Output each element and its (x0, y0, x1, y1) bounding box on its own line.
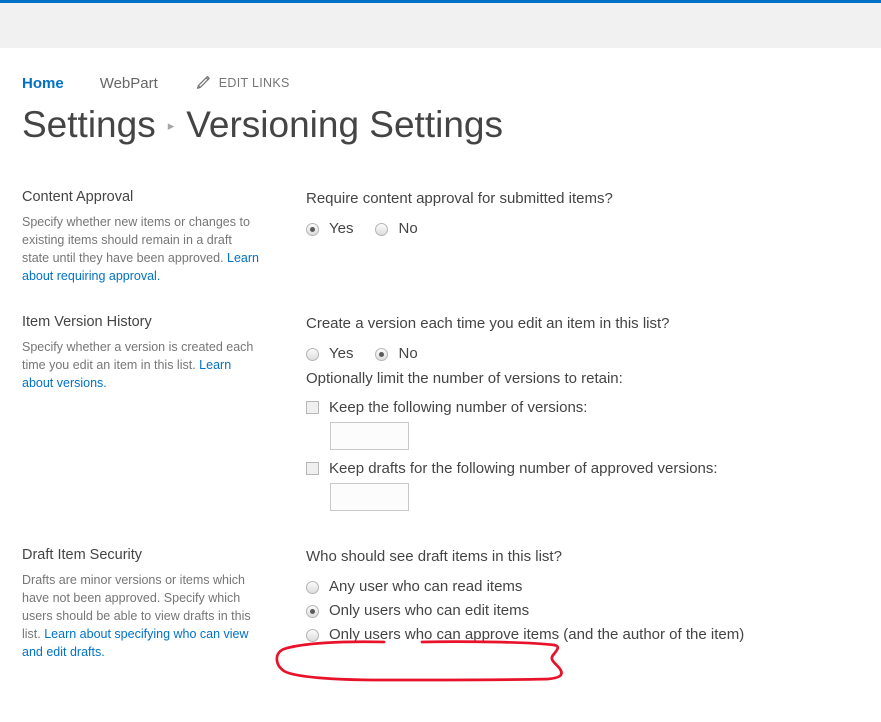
keep-drafts-label: Keep drafts for the following number of … (329, 460, 718, 477)
version-history-title: Item Version History (22, 314, 152, 330)
section-content-approval: Content Approval Specify whether new ite… (22, 189, 881, 285)
suite-bar (0, 3, 881, 48)
content-approval-option-no-label: No (398, 220, 418, 237)
version-history-controls: Create a version each time you edit an i… (272, 314, 881, 511)
radio-indicator[interactable] (306, 222, 319, 236)
section-draft-item-security: Draft Item Security Drafts are minor ver… (22, 547, 881, 661)
content-approval-controls: Require content approval for submitted i… (272, 189, 881, 285)
version-history-description: Specify whether a version is created eac… (22, 338, 260, 392)
draft-security-description-panel: Draft Item Security Drafts are minor ver… (22, 547, 272, 661)
keep-drafts-checkbox[interactable] (306, 462, 319, 475)
edit-links-label: EDIT LINKS (218, 76, 290, 90)
version-limit-question: Optionally limit the number of versions … (306, 370, 623, 387)
radio-indicator[interactable] (306, 628, 319, 642)
content-approval-title: Content Approval (22, 189, 134, 205)
content-approval-description-panel: Content Approval Specify whether new ite… (22, 189, 272, 285)
draft-security-title: Draft Item Security (22, 547, 143, 563)
keep-versions-checkbox[interactable] (306, 401, 319, 414)
keep-versions-label: Keep the following number of versions: (329, 399, 588, 416)
nav-link-home[interactable]: Home (22, 75, 64, 92)
draft-security-option-edit-items-label: Only users who can edit items (329, 602, 530, 619)
content-approval-question: Require content approval for submitted i… (306, 190, 613, 207)
breadcrumb-parent[interactable]: Settings (22, 99, 156, 151)
keep-versions-input[interactable] (330, 422, 409, 450)
draft-security-controls: Who should see draft items in this list?… (272, 547, 881, 661)
content-approval-radio-group: Yes No (306, 218, 881, 240)
draft-security-description: Drafts are minor versions or items which… (22, 571, 260, 661)
content-approval-option-yes[interactable]: Yes (306, 218, 353, 240)
radio-indicator[interactable] (306, 347, 319, 361)
nav-link-webpart[interactable]: WebPart (100, 75, 158, 92)
learn-about-draft-security-link[interactable]: Learn about specifying who can view and … (22, 627, 249, 659)
pencil-icon (194, 75, 212, 91)
version-history-option-yes[interactable]: Yes (306, 343, 353, 365)
radio-indicator[interactable] (306, 580, 319, 594)
page-title: Settings ▸ Versioning Settings (22, 99, 881, 151)
content-approval-description: Specify whether new items or changes to … (22, 213, 260, 285)
draft-security-option-edit-items[interactable]: Only users who can edit items (306, 600, 881, 622)
version-history-radio-group: Yes No (306, 343, 881, 365)
version-history-option-yes-label: Yes (329, 345, 354, 362)
version-history-question: Create a version each time you edit an i… (306, 315, 670, 332)
keep-drafts-input[interactable] (330, 483, 409, 511)
content-approval-option-yes-label: Yes (329, 220, 354, 237)
keep-drafts-checkbox-row[interactable]: Keep drafts for the following number of … (306, 460, 881, 477)
edit-links-button[interactable]: EDIT LINKS (194, 75, 290, 91)
draft-security-option-any-user[interactable]: Any user who can read items (306, 576, 881, 598)
top-navigation: Home WebPart EDIT LINKS (22, 69, 881, 97)
radio-indicator[interactable] (375, 222, 389, 236)
version-history-option-no[interactable]: No (375, 343, 418, 365)
content-approval-option-no[interactable]: No (375, 218, 418, 240)
draft-security-radio-group: Any user who can read items Only users w… (306, 576, 881, 646)
content-approval-description-text: Specify whether new items or changes to … (22, 215, 250, 265)
draft-security-option-approve-items-label: Only users who can approve items (and th… (329, 626, 745, 643)
breadcrumb-current: Versioning Settings (186, 104, 503, 145)
radio-indicator[interactable] (306, 604, 319, 618)
draft-security-question: Who should see draft items in this list? (306, 548, 562, 565)
draft-security-option-approve-items[interactable]: Only users who can approve items (and th… (306, 624, 881, 646)
draft-security-option-any-user-label: Any user who can read items (329, 578, 523, 595)
radio-indicator[interactable] (375, 347, 389, 361)
version-history-description-panel: Item Version History Specify whether a v… (22, 314, 272, 511)
section-item-version-history: Item Version History Specify whether a v… (22, 314, 881, 511)
breadcrumb-separator-icon: ▸ (167, 118, 175, 133)
page-body: Home WebPart EDIT LINKS Settings ▸ Versi… (0, 69, 881, 661)
keep-versions-checkbox-row[interactable]: Keep the following number of versions: (306, 399, 881, 416)
version-history-option-no-label: No (398, 345, 418, 362)
